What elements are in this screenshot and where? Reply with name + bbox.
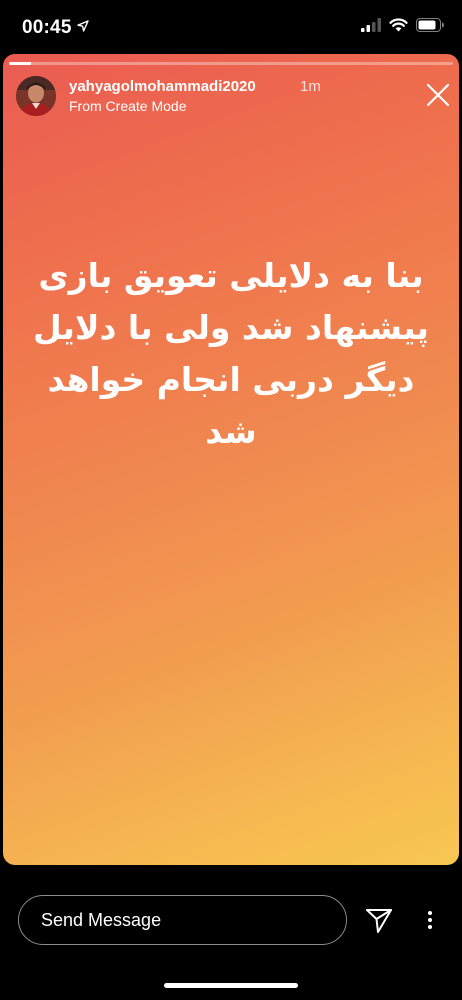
story-footer bbox=[0, 865, 462, 1000]
more-options-button[interactable] bbox=[418, 905, 442, 935]
story-viewer[interactable]: yahyagolmohammadi2020 1m From Create Mod… bbox=[3, 54, 459, 865]
story-timestamp: 1m bbox=[300, 78, 321, 95]
more-options-icon bbox=[428, 911, 432, 915]
story-source-label[interactable]: From Create Mode bbox=[69, 98, 186, 114]
cellular-signal-icon bbox=[361, 17, 381, 37]
story-username[interactable]: yahyagolmohammadi2020 bbox=[69, 78, 256, 95]
status-time: 00:45 bbox=[22, 16, 89, 39]
story-text-line: شد bbox=[205, 412, 257, 451]
status-bar: 00:45 bbox=[0, 0, 462, 54]
story-text-line: بنا به دلایلی تعویق بازی bbox=[38, 256, 424, 295]
status-icons bbox=[361, 17, 444, 37]
story-text-line: پیشنهاد شد ولی با دلایل bbox=[33, 308, 429, 347]
more-options-dot bbox=[428, 918, 432, 922]
paper-plane-icon bbox=[364, 909, 394, 939]
story-progress-fill bbox=[9, 62, 32, 65]
close-icon bbox=[426, 83, 450, 112]
battery-icon bbox=[416, 17, 444, 37]
story-text: بنا به دلایلی تعویق بازی پیشنهاد شد ولی … bbox=[33, 250, 429, 458]
status-time-text: 00:45 bbox=[22, 17, 72, 38]
send-button[interactable] bbox=[364, 905, 394, 935]
avatar[interactable] bbox=[16, 76, 56, 116]
send-message-input[interactable] bbox=[18, 895, 347, 945]
close-button[interactable] bbox=[423, 82, 453, 112]
home-indicator[interactable] bbox=[164, 983, 298, 988]
location-arrow-icon bbox=[76, 16, 89, 38]
wifi-icon bbox=[389, 17, 408, 37]
more-options-dot bbox=[428, 925, 432, 929]
story-text-line: دیگر دربی انجام خواهد bbox=[47, 360, 415, 399]
story-progress-bar bbox=[9, 62, 453, 65]
